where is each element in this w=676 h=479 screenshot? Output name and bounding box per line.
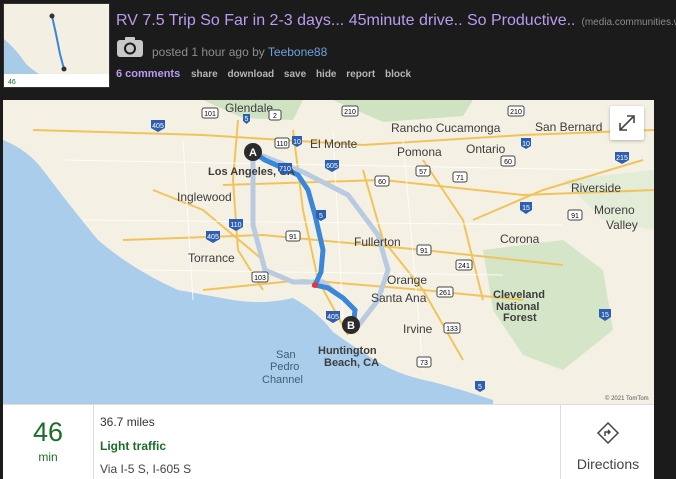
svg-text:91: 91	[420, 248, 428, 255]
svg-text:210: 210	[510, 109, 522, 116]
posted-prefix: posted	[152, 45, 192, 59]
city-label: Santa Ana	[371, 291, 427, 305]
marker-a-label: A	[249, 147, 257, 159]
block-link[interactable]: block	[385, 69, 411, 80]
svg-text:73: 73	[420, 360, 428, 367]
post-title[interactable]: RV 7.5 Trip So Far in 2-3 days... 45minu…	[116, 12, 575, 29]
marker-a[interactable]: A	[244, 143, 262, 161]
report-link[interactable]: report	[346, 69, 375, 80]
author-link[interactable]: Teebone88	[268, 45, 327, 59]
expand-icon[interactable]	[610, 106, 644, 140]
route-card: A B Glendale El Monte Rancho Cucamonga S…	[3, 100, 654, 479]
city-label: Huntington	[318, 345, 377, 357]
svg-text:15: 15	[601, 312, 609, 319]
city-label: El Monte	[310, 137, 358, 151]
svg-text:110: 110	[230, 222, 241, 229]
duration-unit: min	[38, 450, 58, 464]
by-label: by	[248, 45, 268, 59]
water-label: San	[276, 349, 296, 361]
traffic-point	[312, 282, 318, 288]
svg-text:215: 215	[616, 155, 628, 162]
city-label: Orange	[387, 273, 427, 287]
directions-label: Directions	[576, 456, 640, 472]
svg-text:60: 60	[504, 159, 512, 166]
svg-text:110: 110	[276, 141, 287, 148]
city-label: Inglewood	[177, 190, 232, 204]
water-label: Channel	[262, 374, 303, 386]
save-link[interactable]: save	[284, 69, 306, 80]
forest-label: Forest	[503, 312, 537, 324]
thumbnail-map: 46	[4, 4, 109, 87]
marker-b[interactable]: B	[342, 316, 360, 334]
svg-text:46: 46	[8, 79, 16, 86]
map-copyright: © 2021 TomTom	[605, 395, 649, 402]
directions-button[interactable]: Directions	[560, 405, 654, 479]
svg-text:605: 605	[326, 163, 338, 170]
traffic-status: Light traffic	[100, 439, 166, 453]
marker-b-label: B	[347, 320, 355, 332]
svg-text:91: 91	[289, 234, 297, 241]
svg-text:133: 133	[446, 326, 458, 333]
svg-text:261: 261	[439, 290, 451, 297]
comments-link[interactable]: 6 comments	[116, 68, 180, 80]
city-label: Corona	[500, 232, 540, 246]
svg-text:405: 405	[152, 123, 164, 130]
city-label: Glendale	[225, 101, 273, 115]
post-thumbnail[interactable]: 46	[3, 3, 110, 88]
forest-label: Cleveland	[493, 289, 545, 301]
svg-text:5: 5	[478, 384, 482, 391]
city-label: Valley	[606, 218, 638, 232]
svg-text:210: 210	[344, 109, 356, 116]
city-label: Fullerton	[354, 235, 401, 249]
hide-link[interactable]: hide	[316, 69, 337, 80]
svg-text:405: 405	[327, 314, 339, 321]
city-label: Moreno	[594, 203, 635, 217]
download-link[interactable]: download	[227, 69, 274, 80]
water-label: Pedro	[270, 361, 299, 373]
post-title-row: RV 7.5 Trip So Far in 2-3 days... 45minu…	[116, 12, 676, 30]
city-label: Riverside	[571, 181, 621, 195]
duration-value: 46	[32, 417, 64, 447]
post-actions: 6 comments share download save hide repo…	[116, 68, 418, 80]
svg-text:2: 2	[273, 113, 277, 120]
city-label: Torrance	[188, 251, 235, 265]
share-link[interactable]: share	[191, 69, 218, 80]
camera-icon[interactable]	[116, 36, 144, 58]
post-domain[interactable]: (media.communities.win)	[581, 17, 676, 28]
city-label: Rancho Cucamonga	[391, 121, 501, 135]
svg-text:101: 101	[204, 111, 216, 118]
svg-text:60: 60	[378, 179, 386, 186]
svg-text:710: 710	[279, 166, 291, 173]
city-label: Beach, CA	[324, 357, 379, 369]
svg-text:5: 5	[319, 213, 323, 220]
posted-time: 1 hour ago	[191, 45, 249, 59]
svg-text:241: 241	[458, 263, 470, 270]
svg-text:405: 405	[207, 234, 219, 241]
city-label: Pomona	[397, 145, 442, 159]
route-map[interactable]: A B Glendale El Monte Rancho Cucamonga S…	[3, 100, 654, 404]
post-meta: posted 1 hour ago by Teebone88	[152, 45, 327, 59]
duration-box: 46 min	[3, 405, 94, 479]
route-summary: 46 min 36.7 miles Light traffic Via I-5 …	[3, 404, 654, 479]
svg-text:57: 57	[419, 169, 427, 176]
map-canvas: A B Glendale El Monte Rancho Cucamonga S…	[3, 100, 654, 404]
svg-text:10: 10	[522, 141, 530, 148]
svg-text:71: 71	[456, 175, 464, 182]
city-label: Ontario	[466, 142, 506, 156]
svg-text:103: 103	[254, 275, 266, 282]
route-distance: 36.7 miles	[100, 415, 155, 429]
svg-text:15: 15	[522, 205, 530, 212]
svg-text:5: 5	[245, 116, 249, 123]
directions-icon	[596, 421, 620, 445]
city-label: Irvine	[403, 322, 433, 336]
route-via: Via I-5 S, I-605 S	[100, 462, 192, 476]
svg-text:91: 91	[571, 213, 579, 220]
svg-text:10: 10	[293, 139, 301, 146]
city-label: San Bernard	[535, 120, 602, 134]
route-details: 36.7 miles Light traffic Via I-5 S, I-60…	[100, 415, 191, 476]
